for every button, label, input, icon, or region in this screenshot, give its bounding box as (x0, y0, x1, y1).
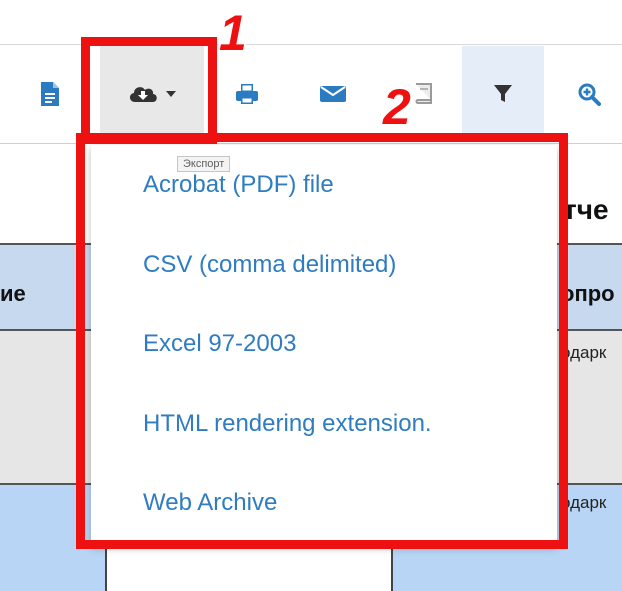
screenshot-stage: тче ие опро одарк одарк Acrobat (PDF) fi… (0, 0, 622, 591)
menu-item-csv[interactable]: CSV (comma delimited) (143, 251, 396, 279)
menu-item-pdf[interactable]: Acrobat (PDF) file (143, 171, 334, 199)
table-cell-right: одарк (561, 343, 607, 362)
document-button[interactable] (24, 46, 76, 142)
export-dropdown-menu: Acrobat (PDF) file CSV (comma delimited)… (91, 145, 557, 545)
toolbar-top-border (0, 44, 622, 45)
envelope-icon (319, 84, 347, 104)
cloud-download-icon (127, 82, 161, 106)
export-button[interactable] (100, 46, 204, 142)
table-cell-right: одарк (561, 493, 607, 512)
export-tooltip: Экспорт (177, 156, 231, 172)
document-icon (39, 81, 61, 107)
menu-item-html[interactable]: HTML rendering extension. (143, 410, 432, 438)
book-icon (413, 81, 435, 107)
filter-icon (493, 84, 513, 104)
printer-icon (234, 82, 260, 106)
zoom-in-button[interactable] (566, 46, 612, 142)
menu-item-web-archive[interactable]: Web Archive (143, 489, 277, 517)
email-button[interactable] (306, 46, 360, 142)
toolbar-bottom-border (0, 143, 622, 144)
report-title: тче (563, 194, 609, 225)
chevron-down-icon (165, 89, 177, 99)
callout-number-2: 2 (383, 79, 411, 135)
menu-item-excel[interactable]: Excel 97-2003 (143, 330, 296, 358)
filter-button[interactable] (462, 46, 544, 142)
table-header-left: ие (0, 281, 26, 306)
zoom-in-icon (577, 82, 601, 106)
table-header-right: опро (561, 281, 615, 306)
callout-number-1: 1 (219, 5, 247, 61)
